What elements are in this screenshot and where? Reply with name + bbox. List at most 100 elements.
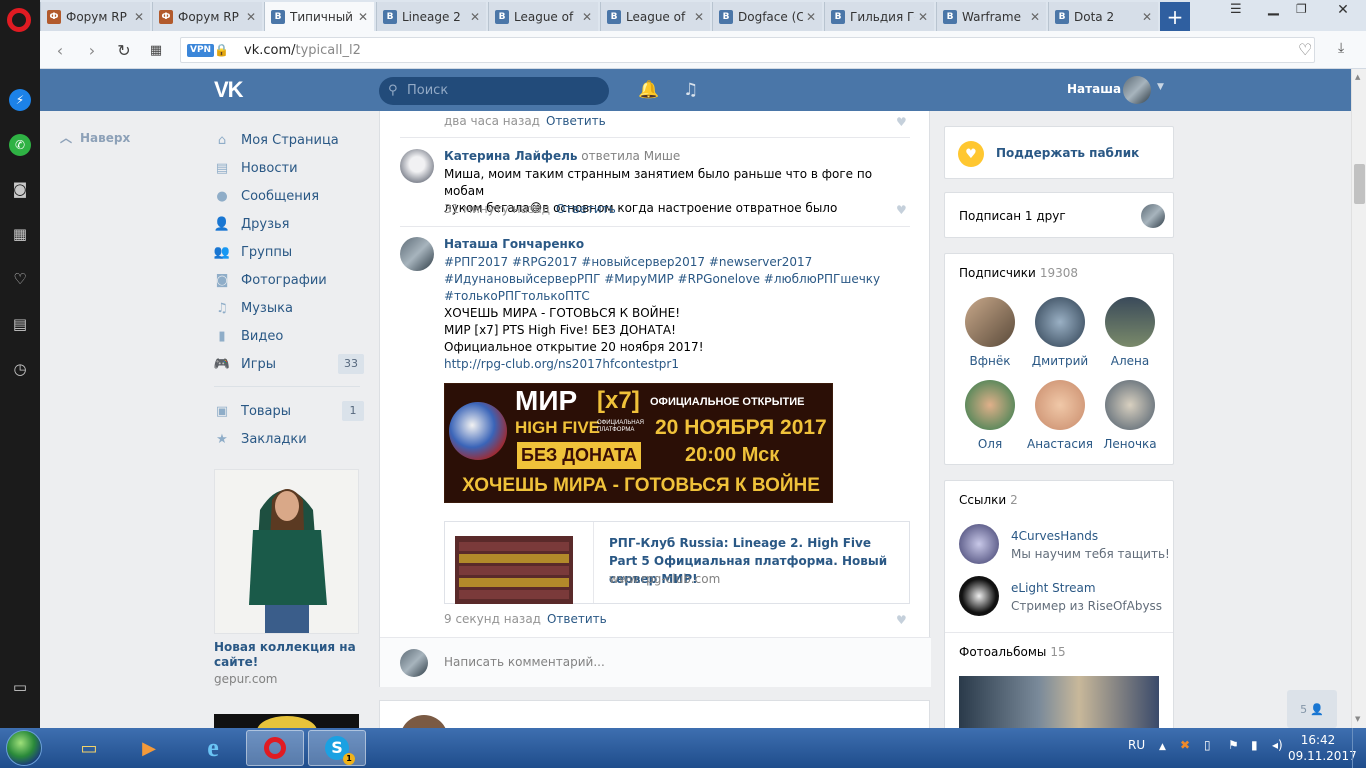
vk-logo[interactable]: VK: [214, 77, 244, 103]
close-tab-icon[interactable]: ✕: [134, 10, 144, 24]
whatsapp-icon[interactable]: ✆: [9, 134, 31, 156]
nav-groups[interactable]: 👥 Группы: [214, 238, 364, 266]
reply-button[interactable]: Ответить: [546, 114, 606, 128]
link-snippet[interactable]: РПГ-Клуб Russia: Lineage 2. High Five Pa…: [444, 521, 910, 604]
commenter-avatar[interactable]: [400, 149, 434, 183]
nav-friends[interactable]: 👤 Друзья: [214, 210, 364, 238]
chevron-down-icon[interactable]: ▼: [1157, 82, 1164, 92]
volume-icon[interactable]: ◂): [1272, 738, 1283, 752]
albums-label[interactable]: Фотоальбомы: [959, 645, 1046, 659]
scroll-down-icon[interactable]: ▼: [1355, 715, 1360, 723]
browser-tab[interactable]: Ф Форум RP ✕: [152, 2, 262, 31]
restore-icon[interactable]: ❐: [1296, 2, 1307, 16]
close-tab-icon[interactable]: ✕: [806, 10, 816, 24]
close-tab-icon[interactable]: ✕: [358, 10, 368, 24]
tray-device-icon[interactable]: ▯: [1204, 738, 1211, 752]
language-indicator[interactable]: RU: [1128, 738, 1145, 752]
like-heart-icon[interactable]: ♥: [896, 613, 907, 627]
search-input[interactable]: ⚲ Поиск: [379, 77, 609, 105]
comment-link[interactable]: http://rpg-club.org/ns2017hfcontestpr1: [444, 356, 914, 373]
show-desktop-button[interactable]: [1352, 728, 1366, 768]
media-player-taskbar-button[interactable]: ▶: [120, 730, 178, 766]
subscribed-friends[interactable]: Подписан 1 друг: [959, 209, 1066, 223]
browser-tab[interactable]: В Гильдия Ге ✕: [824, 2, 934, 31]
tray-arrow-icon[interactable]: ▲: [1159, 742, 1166, 752]
skype-taskbar-button[interactable]: S1: [308, 730, 366, 766]
comment-reply-to[interactable]: ответила Мише: [581, 149, 680, 163]
ad-title[interactable]: Новая коллекция на сайте!: [214, 640, 359, 670]
support-card[interactable]: ♥ Поддержать паблик: [944, 126, 1174, 179]
tabs-grid-icon[interactable]: ▦: [146, 40, 166, 60]
subscribers-label[interactable]: Подписчики: [959, 266, 1036, 280]
url-input[interactable]: VPN 🔒 vk.com/typicall_l2: [180, 37, 1315, 63]
bookmark-heart-icon[interactable]: ♡: [1298, 40, 1312, 59]
back-icon[interactable]: ‹: [50, 40, 70, 60]
browser-tab[interactable]: В Lineage 2 ✕: [376, 2, 486, 31]
album-cover[interactable]: [959, 676, 1159, 728]
browser-tab[interactable]: В Dota 2 ✕: [1048, 2, 1158, 31]
close-tab-icon[interactable]: ✕: [470, 10, 480, 24]
forward-icon[interactable]: ›: [82, 40, 102, 60]
nav-video[interactable]: ▮ Видео: [214, 322, 364, 350]
link-title[interactable]: eLight Stream: [1011, 581, 1096, 595]
friends-subscribed-card[interactable]: Подписан 1 друг: [944, 192, 1174, 238]
subscriber[interactable]: Оля: [955, 380, 1025, 451]
scrollbar-thumb[interactable]: [1354, 164, 1365, 204]
link-title[interactable]: 4CurvesHands: [1011, 529, 1098, 543]
close-tab-icon[interactable]: ✕: [582, 10, 592, 24]
back-to-top[interactable]: ︿ Наверх: [60, 129, 130, 146]
close-tab-icon[interactable]: ✕: [1030, 10, 1040, 24]
browser-tab[interactable]: В Dogface (C ✕: [712, 2, 822, 31]
tray-app-icon[interactable]: ✖: [1180, 738, 1190, 752]
subscriber[interactable]: Анастасия: [1025, 380, 1095, 451]
link-avatar[interactable]: [959, 524, 999, 564]
network-icon[interactable]: ▮: [1251, 738, 1258, 752]
chat-button[interactable]: 5 👤: [1287, 690, 1337, 728]
start-button[interactable]: [6, 730, 42, 766]
close-tab-icon[interactable]: ✕: [246, 10, 256, 24]
scroll-up-icon[interactable]: ▲: [1355, 73, 1360, 81]
subscriber[interactable]: Дмитрий: [1025, 297, 1095, 368]
hashtags[interactable]: #толькоРПГтолькоПТС: [444, 288, 914, 305]
ie-taskbar-button[interactable]: e: [184, 730, 242, 766]
ad-image-second[interactable]: [214, 714, 359, 728]
nav-bookmarks[interactable]: ★ Закладки: [214, 425, 364, 453]
browser-tab-active[interactable]: В Типичный ✕: [264, 2, 374, 31]
subscriber[interactable]: Леночка: [1095, 380, 1165, 451]
nav-market[interactable]: ▣ Товары 1: [214, 397, 364, 425]
minimize-icon[interactable]: ▁: [1268, 0, 1279, 16]
browser-tab[interactable]: Ф Форум RP ✕: [40, 2, 150, 31]
nav-music[interactable]: ♫ Музыка: [214, 294, 364, 322]
promo-banner[interactable]: МИР [x7] ОФИЦИАЛЬНОЕ ОТКРЫТИЕ HIGH FIVE …: [444, 383, 833, 503]
heart-icon[interactable]: ♡: [9, 268, 31, 290]
history-clock-icon[interactable]: ◷: [9, 358, 31, 380]
browser-tab[interactable]: В League of ✕: [600, 2, 710, 31]
menu-icon[interactable]: ☰: [1230, 2, 1242, 17]
reply-button[interactable]: Ответить: [547, 612, 607, 626]
comment-input[interactable]: Написать комментарий...: [444, 655, 605, 669]
nav-my-page[interactable]: ⌂ Моя Страница: [214, 126, 364, 154]
page-scrollbar[interactable]: ▲ ▼: [1351, 69, 1366, 728]
ad-image[interactable]: [214, 469, 359, 634]
hashtags[interactable]: #ИдунановыйсерверРПГ #МируМИР #RPGonelov…: [444, 271, 914, 288]
music-note-icon[interactable]: ♫: [683, 80, 698, 100]
messenger-icon[interactable]: ⚡: [9, 89, 31, 111]
support-link[interactable]: Поддержать паблик: [996, 146, 1139, 160]
speed-dial-icon[interactable]: ▦: [9, 223, 31, 245]
subscriber[interactable]: Алена: [1095, 297, 1165, 368]
link-avatar[interactable]: [959, 576, 999, 616]
nav-photos[interactable]: ◙ Фотографии: [214, 266, 364, 294]
close-window-icon[interactable]: ✕: [1320, 2, 1366, 22]
close-tab-icon[interactable]: ✕: [1142, 10, 1152, 24]
like-heart-icon[interactable]: ♥: [896, 203, 907, 217]
sidebar-toggle-icon[interactable]: ▭: [9, 676, 31, 698]
tray-flag-icon[interactable]: ⚑: [1228, 738, 1239, 752]
comment-author[interactable]: Наташа Гончаренко: [444, 237, 584, 251]
comment-author[interactable]: Катерина Лайфель: [444, 149, 577, 163]
bell-icon[interactable]: 🔔: [638, 80, 659, 100]
new-tab-plus-icon[interactable]: +: [1160, 2, 1190, 31]
browser-tab[interactable]: В League of ✕: [488, 2, 598, 31]
opera-logo-icon[interactable]: [7, 8, 31, 32]
nav-news[interactable]: ▤ Новости: [214, 154, 364, 182]
links-label[interactable]: Ссылки: [959, 493, 1006, 507]
